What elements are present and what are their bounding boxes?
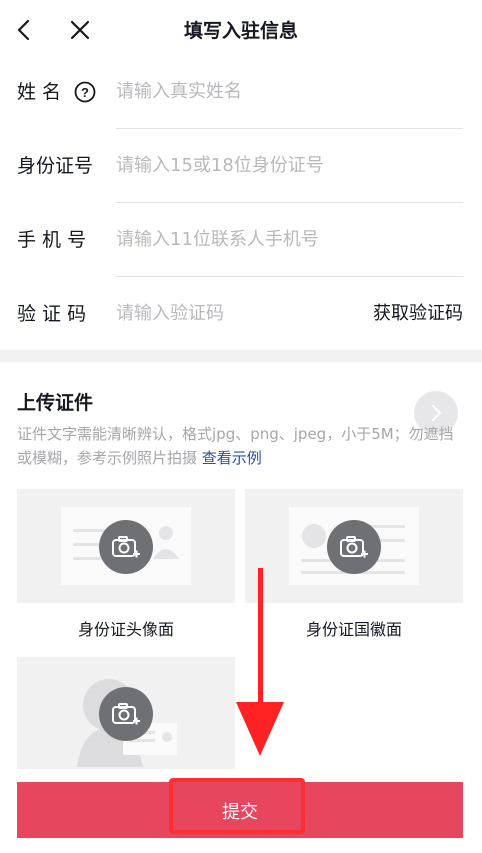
phone-input[interactable] [116, 227, 356, 253]
name-label: 姓 名 [17, 81, 62, 103]
page-title: 填写入驻信息 [183, 20, 298, 42]
annotation-highlight-box [169, 778, 305, 834]
emblem-icon [302, 524, 326, 548]
id-front-upload[interactable] [17, 489, 235, 603]
svg-text:?: ? [81, 85, 89, 100]
upload-description: 证件文字需能清晰辨认，格式jpg、png、jpeg，小于5M；勿遮挡或模糊，参考… [17, 422, 467, 470]
code-label: 验 证 码 [17, 303, 87, 325]
handheld-photo-upload[interactable] [17, 657, 235, 769]
name-input[interactable] [116, 79, 356, 105]
view-example-link[interactable]: 查看示例 [202, 449, 262, 467]
upload-title: 上传证件 [17, 392, 94, 414]
chevron-right-icon [432, 405, 441, 421]
phone-label: 手 机 号 [17, 229, 87, 251]
card-caption: 身份证国徽面 [305, 620, 402, 639]
header: 填写入驻信息 [0, 0, 482, 60]
id-number-input[interactable] [116, 153, 356, 179]
card-caption: 身份证头像面 [77, 620, 174, 639]
annotation-arrow-head [236, 702, 284, 756]
id-number-label: 身份证号 [17, 155, 94, 177]
divider [116, 202, 463, 203]
annotation-arrow [258, 568, 263, 708]
camera-add-icon [99, 520, 153, 574]
divider [116, 276, 463, 277]
camera-add-icon [327, 520, 381, 574]
code-input[interactable] [116, 301, 336, 327]
divider [116, 128, 463, 129]
camera-add-icon [99, 687, 153, 741]
help-icon[interactable]: ? [74, 81, 96, 103]
get-code-button[interactable]: 获取验证码 [373, 301, 463, 327]
portrait-icon [153, 526, 179, 559]
id-back-upload[interactable] [245, 489, 463, 603]
section-divider [0, 350, 482, 362]
